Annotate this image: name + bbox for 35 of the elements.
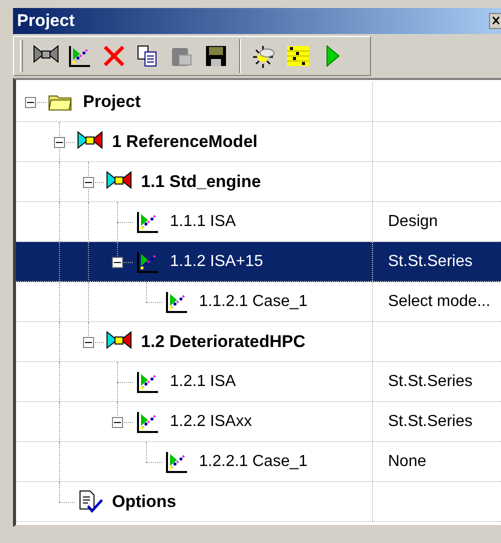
tree-row[interactable]: 1.2.2 ISAxx St.St.Series	[16, 402, 501, 442]
tree-row[interactable]: 1 ReferenceModel	[16, 122, 501, 162]
collapse-icon[interactable]	[112, 416, 123, 428]
collapse-icon[interactable]	[83, 336, 94, 348]
tree-row[interactable]: Project	[16, 82, 501, 122]
tree-item-label: 1 ReferenceModel	[112, 130, 258, 153]
tree-item-label: Options	[112, 490, 176, 513]
window-title: Project	[16, 10, 75, 32]
tree-item-label: 1.1.1 ISA	[170, 212, 236, 232]
collapse-icon[interactable]	[83, 176, 94, 188]
collapse-icon[interactable]	[54, 136, 65, 148]
tree-item-label: 1.2 DeterioratedHPC	[141, 330, 306, 353]
mode-value: St.St.Series	[388, 372, 472, 392]
tree-row[interactable]: 1.2 DeterioratedHPC	[16, 322, 501, 362]
collapse-icon[interactable]	[25, 96, 36, 108]
tree-row[interactable]: 1.2.2.1 Case_1 None	[16, 442, 501, 482]
tree-item-label: 1.1 Std_engine	[141, 170, 261, 193]
close-icon[interactable]	[489, 13, 501, 29]
mode-value: None	[388, 452, 426, 472]
tree-item-label: Project	[83, 90, 141, 113]
tree-item-label: 1.2.2 ISAxx	[170, 412, 252, 432]
tree-item-label: 1.2.1 ISA	[170, 372, 236, 392]
mode-value: Select mode...	[388, 292, 490, 312]
collapse-icon[interactable]	[112, 256, 123, 268]
tree-row[interactable]: 1.2.1 ISA St.St.Series	[16, 362, 501, 402]
tree-row[interactable]: 1.1.2 ISA+15 St.St.Series	[16, 242, 501, 282]
tree-row[interactable]: 1.1.2.1 Case_1 Select mode...	[16, 282, 501, 322]
tree-item-label: 1.1.2.1 Case_1	[199, 292, 308, 312]
mode-value: Design	[388, 212, 438, 232]
mode-value: St.St.Series	[388, 412, 472, 432]
tree-item-label: 1.1.2 ISA+15	[170, 252, 263, 272]
tree-item-label: 1.2.2.1 Case_1	[199, 452, 308, 472]
mode-value: St.St.Series	[388, 252, 472, 272]
tree-row[interactable]: Options	[16, 482, 501, 522]
tree-row[interactable]: 1.1 Std_engine	[16, 162, 501, 202]
